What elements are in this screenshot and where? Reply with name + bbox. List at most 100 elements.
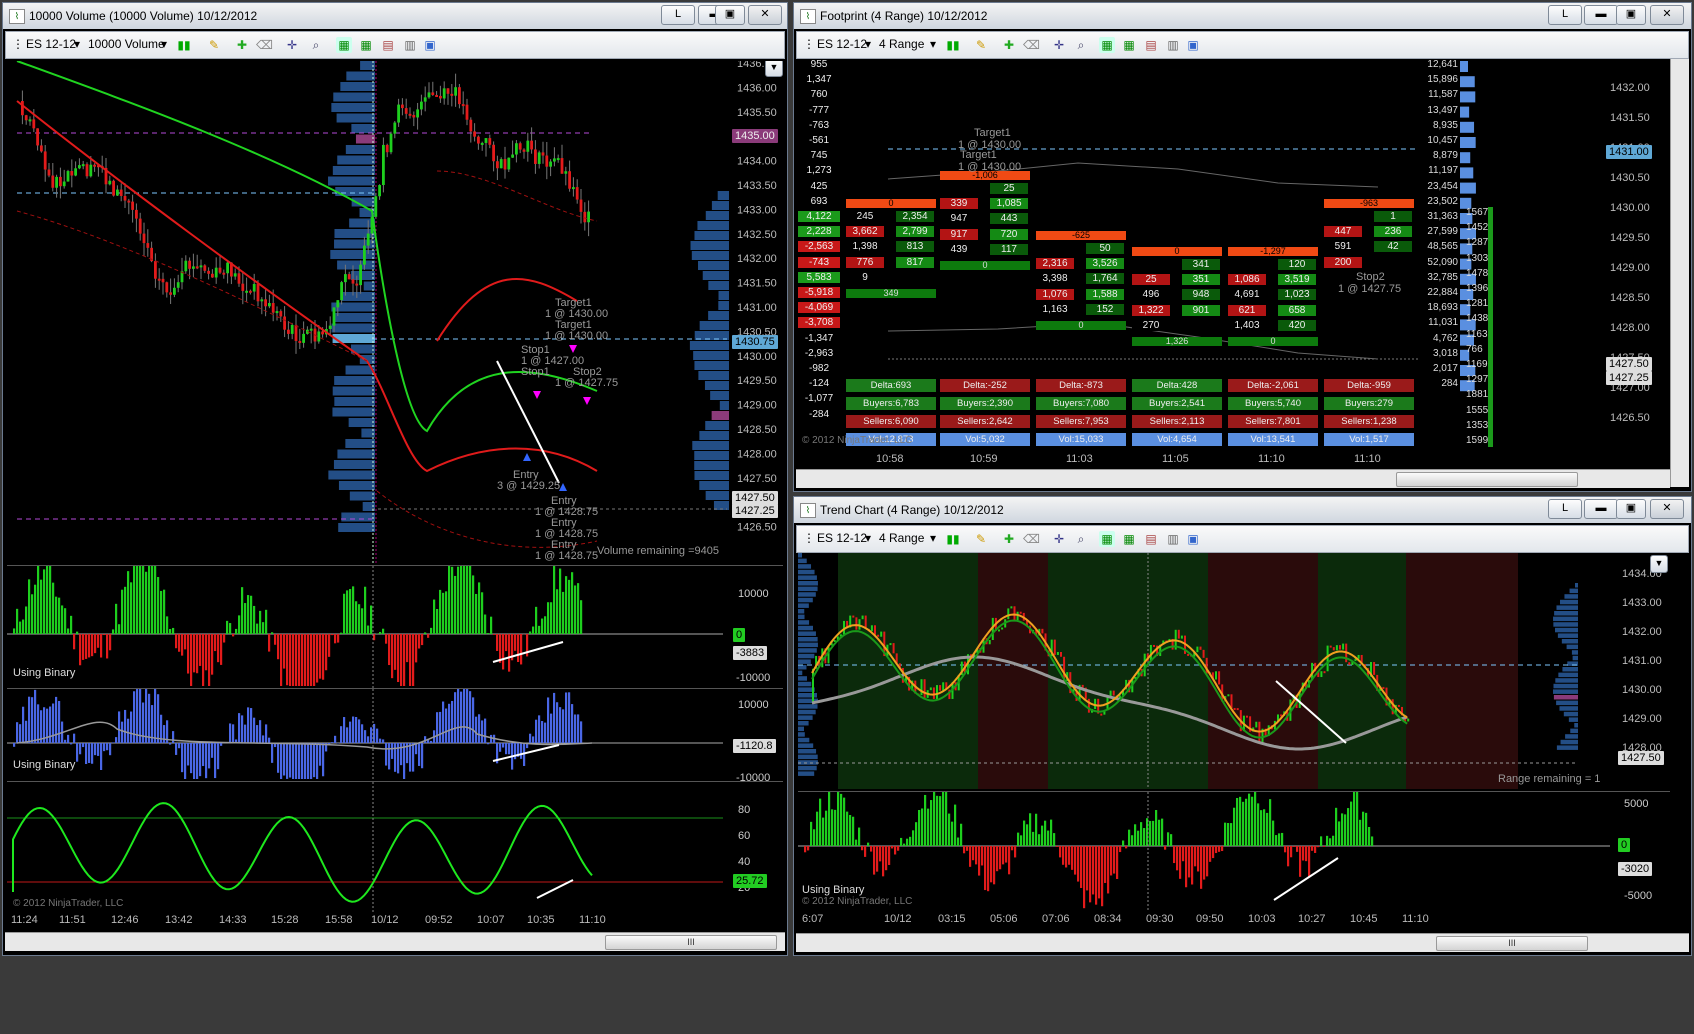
eraser-icon[interactable]: ⌫ xyxy=(1023,37,1040,53)
crosshair-icon[interactable]: ✛ xyxy=(284,37,300,53)
candle-body xyxy=(1001,627,1004,630)
vertical-scrollbar[interactable] xyxy=(1670,59,1689,487)
collapse-button[interactable]: ▼ xyxy=(765,61,783,77)
dropdown-icon[interactable]: ▾ xyxy=(161,37,167,51)
histogram-bar xyxy=(975,846,978,865)
close-button[interactable]: ✕ xyxy=(1650,5,1684,25)
bars-icon[interactable]: ▮▮ xyxy=(945,37,961,53)
candle-body xyxy=(21,101,24,116)
volume-cell: 4,762 xyxy=(1432,332,1458,344)
zoom-icon[interactable]: ⌕ xyxy=(1073,37,1089,53)
data-box-icon[interactable]: ▥ xyxy=(1165,531,1181,547)
horizontal-scrollbar[interactable] xyxy=(796,469,1670,488)
window-titlebar[interactable]: ⌇ Trend Chart (4 Range) 10/12/2012 L ▬ ▣… xyxy=(794,497,1691,523)
strategy-icon[interactable]: ▦ xyxy=(1121,37,1137,53)
histogram-bar xyxy=(142,566,145,634)
candle-body xyxy=(321,331,324,335)
strategy-icon[interactable]: ▦ xyxy=(1121,531,1137,547)
maximize-button[interactable]: ▣ xyxy=(715,5,745,25)
histogram-bar xyxy=(25,720,28,743)
layout-button[interactable]: L xyxy=(661,5,695,25)
eraser-icon[interactable]: ⌫ xyxy=(1023,531,1040,547)
volume-profile-bar xyxy=(1560,739,1578,745)
chart-style-icon[interactable]: ▤ xyxy=(1143,37,1159,53)
properties-icon[interactable]: ▣ xyxy=(1185,37,1201,53)
period-selector[interactable]: 4 Range xyxy=(879,531,924,545)
zoom-icon[interactable]: ⌕ xyxy=(308,37,324,53)
price-plot[interactable]: 1436.501436.001435.501434.501434.001433.… xyxy=(7,61,783,563)
layout-button[interactable]: L xyxy=(1548,5,1582,25)
layout-button[interactable]: L xyxy=(1548,499,1582,519)
volume-cell: 284 xyxy=(1441,378,1458,390)
indicator-icon[interactable]: ▦ xyxy=(1099,37,1115,53)
volume-profile-bar xyxy=(1568,717,1578,722)
histogram-bar xyxy=(130,711,133,743)
indicator-panel-1[interactable]: Using Binary 10000 -10000 0 -3883 xyxy=(7,565,783,688)
collapse-button[interactable]: ▼ xyxy=(1650,555,1668,573)
indicator-icon[interactable]: ▦ xyxy=(1099,531,1115,547)
properties-icon[interactable]: ▣ xyxy=(1185,531,1201,547)
pencil-icon[interactable]: ✎ xyxy=(973,37,989,53)
histogram-bar xyxy=(915,822,918,846)
maximize-button[interactable]: ▣ xyxy=(1616,5,1646,25)
candle-body xyxy=(112,180,115,196)
crosshair-icon[interactable]: ✛ xyxy=(1051,531,1067,547)
histogram-bar xyxy=(250,708,253,743)
indicator-panel-3[interactable]: 80 60 40 20 25.72 © 2012 NinjaTrader, LL… xyxy=(7,781,783,912)
crosshair-icon[interactable]: ✛ xyxy=(1051,37,1067,53)
minimize-button[interactable]: ▬ xyxy=(1584,499,1618,519)
histogram-bar xyxy=(1326,835,1329,846)
minimize-button[interactable]: ▬ xyxy=(1584,5,1618,25)
window-titlebar[interactable]: ⌇ 10000 Volume (10000 Volume) 10/12/2012… xyxy=(3,3,787,29)
histogram-bar xyxy=(139,566,142,634)
footprint-plot[interactable]: 1432.001431.501431.001430.501430.001429.… xyxy=(798,59,1670,467)
marker-icon[interactable]: ✚ xyxy=(1001,37,1017,53)
eraser-icon[interactable]: ⌫ xyxy=(256,37,273,53)
candle-body xyxy=(347,274,351,280)
data-box-icon[interactable]: ▥ xyxy=(1165,37,1181,53)
histogram-bar xyxy=(244,724,247,743)
marker-icon[interactable]: ✚ xyxy=(1001,531,1017,547)
data-box-icon[interactable]: ▥ xyxy=(402,37,418,53)
horizontal-scrollbar[interactable]: III xyxy=(796,933,1689,952)
chart-style-icon[interactable]: ▤ xyxy=(380,37,396,53)
histogram-bar xyxy=(945,792,948,846)
period-selector[interactable]: 10000 Volume xyxy=(88,37,165,51)
indicator-panel-2[interactable]: Using Binary 10000 -10000 -1120.8 xyxy=(7,688,783,781)
volume-cell: 15,896 xyxy=(1427,74,1458,86)
dropdown-icon[interactable]: ▾ xyxy=(865,531,871,545)
maximize-button[interactable]: ▣ xyxy=(1616,499,1646,519)
zoom-icon[interactable]: ⌕ xyxy=(1073,531,1089,547)
properties-icon[interactable]: ▣ xyxy=(422,37,438,53)
dropdown-icon[interactable]: ▾ xyxy=(930,37,936,51)
dropdown-icon[interactable]: ▾ xyxy=(74,37,80,51)
bars-icon[interactable]: ▮▮ xyxy=(176,37,192,53)
chart-style-icon[interactable]: ▤ xyxy=(1143,531,1159,547)
dropdown-icon[interactable]: ▾ xyxy=(930,531,936,545)
scrollbar-thumb[interactable]: III xyxy=(605,935,777,950)
horizontal-scrollbar[interactable]: III xyxy=(5,932,785,951)
pencil-icon[interactable]: ✎ xyxy=(206,37,222,53)
period-selector[interactable]: 4 Range xyxy=(879,37,924,51)
strategy-icon[interactable]: ▦ xyxy=(358,37,374,53)
scrollbar-thumb[interactable] xyxy=(1396,472,1578,487)
trend-indicator-panel[interactable]: Using Binary © 2012 NinjaTrader, LLC 500… xyxy=(798,791,1670,912)
volume-chart-window: ⌇ 10000 Volume (10000 Volume) 10/12/2012… xyxy=(2,2,788,956)
scrollbar-thumb[interactable]: III xyxy=(1436,936,1588,951)
instrument-selector[interactable]: ES 12-12 xyxy=(817,37,867,51)
volume-profile-bar xyxy=(338,481,375,490)
histogram-bar xyxy=(502,743,505,748)
instrument-selector[interactable]: ES 12-12 xyxy=(26,37,76,51)
close-button[interactable]: ✕ xyxy=(748,5,782,25)
marker-icon[interactable]: ✚ xyxy=(234,37,250,53)
indicator-icon[interactable]: ▦ xyxy=(336,37,352,53)
close-button[interactable]: ✕ xyxy=(1650,499,1684,519)
histogram-bar xyxy=(13,743,16,747)
window-titlebar[interactable]: ⌇ Footprint (4 Range) 10/12/2012 L ▬ ▣ ✕ xyxy=(794,3,1691,29)
pencil-icon[interactable]: ✎ xyxy=(973,531,989,547)
trend-price-plot[interactable]: 1434.00 1433.00 1432.00 1431.00 1430.00 1429.… xyxy=(798,553,1670,789)
dropdown-icon[interactable]: ▾ xyxy=(865,37,871,51)
candle-body xyxy=(575,187,579,200)
instrument-selector[interactable]: ES 12-12 xyxy=(817,531,867,545)
bars-icon[interactable]: ▮▮ xyxy=(945,531,961,547)
